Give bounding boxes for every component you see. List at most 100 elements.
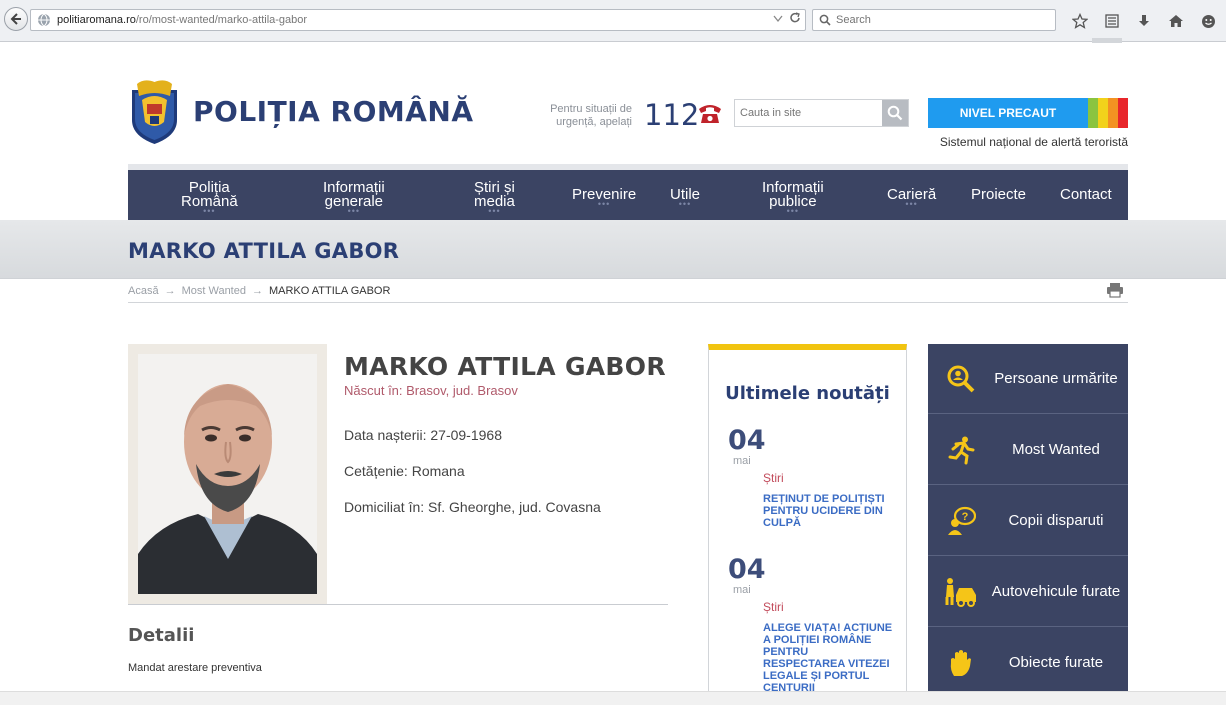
downloads-button[interactable]: [1128, 10, 1160, 32]
sidebar-item-label: Most Wanted: [1012, 440, 1100, 458]
birthplace: Născut în: Brasov, jud. Brasov: [344, 383, 518, 398]
person-photo: [138, 354, 317, 594]
browser-toolbar: politiaromana.ro/ro/most-wanted/marko-at…: [0, 0, 1226, 44]
submenu-dots: •••: [347, 206, 361, 216]
alert-stripe-orange: [1108, 98, 1118, 128]
residence: Domiciliat în: Sf. Gheorghe, jud. Covasn…: [344, 499, 601, 515]
globe-icon: [38, 13, 50, 27]
breadcrumb-arrow-icon: →: [251, 285, 263, 297]
site-search-button[interactable]: [882, 100, 908, 126]
submenu-dots: •••: [597, 199, 611, 209]
alert-stripe-red: [1118, 98, 1128, 128]
sidebar-item-label: Obiecte furate: [1008, 654, 1104, 671]
page-title: MARKO ATTILA GABOR: [128, 239, 400, 263]
news-month: mai: [733, 584, 751, 596]
birth-date: Data nașterii: 27-09-1968: [344, 427, 502, 443]
nav-item-contact[interactable]: Contact: [1060, 187, 1112, 202]
terror-alert-level[interactable]: NIVEL PRECAUT: [928, 98, 1128, 128]
back-button[interactable]: [4, 7, 28, 31]
sidebar-item-label: Persoane urmărite: [994, 369, 1118, 387]
alert-stripe-yellow: [1098, 98, 1108, 128]
news-month: mai: [733, 455, 751, 467]
submenu-dots: •••: [203, 206, 216, 216]
home-icon: [1169, 15, 1183, 27]
alert-level-label: NIVEL PRECAUT: [928, 98, 1088, 128]
dropdown-arrow-icon[interactable]: [773, 13, 783, 23]
sidebar-menu: Persoane urmărite Most Wanted ? Copii di…: [928, 344, 1128, 691]
emergency-text: Pentru situații de urgență, apelați: [550, 103, 632, 128]
telephone-icon: [699, 105, 721, 123]
site-search[interactable]: [734, 99, 909, 127]
submenu-dots: •••: [786, 206, 800, 216]
home-button[interactable]: [1160, 10, 1192, 32]
chat-button[interactable]: [1192, 10, 1224, 32]
submenu-dots: •••: [488, 206, 501, 216]
url-host: politiaromana.ro: [57, 14, 136, 26]
nav-item-stiri-media[interactable]: Știri și media •••: [474, 180, 515, 216]
reading-list-button[interactable]: [1096, 10, 1128, 32]
breadcrumb: Acasă → Most Wanted → MARKO ATTILA GABOR: [128, 285, 390, 297]
url-bar[interactable]: politiaromana.ro/ro/most-wanted/marko-at…: [30, 9, 806, 31]
nav-item-informatii-generale[interactable]: Informații generale •••: [323, 180, 385, 216]
details-heading: Detalii: [128, 625, 195, 646]
sidebar-item-most-wanted[interactable]: Most Wanted: [928, 415, 1128, 485]
url-path: /ro/most-wanted/marko-attila-gabor: [135, 14, 308, 26]
nav-item-utile[interactable]: Utile •••: [670, 187, 700, 209]
browser-search-input[interactable]: [836, 14, 1036, 26]
sidebar-item-copii-disparuti[interactable]: ? Copii disparuti: [928, 486, 1128, 556]
breadcrumb-arrow-icon: →: [164, 285, 176, 297]
news-day: 04: [728, 425, 766, 456]
search-icon: [887, 105, 903, 121]
emergency-number: 112: [644, 98, 700, 132]
horizontal-scrollbar[interactable]: [0, 691, 1226, 705]
news-headline[interactable]: REȚINUT DE POLIȚIȘTI PENTRU UCIDERE DIN …: [763, 493, 893, 529]
star-icon: [1072, 13, 1088, 29]
nav-item-proiecte[interactable]: Proiecte: [971, 187, 1026, 202]
bookmark-star-button[interactable]: [1064, 10, 1096, 32]
submenu-dots: •••: [905, 199, 918, 209]
nav-item-prevenire[interactable]: Prevenire •••: [572, 187, 636, 209]
breadcrumb-most-wanted[interactable]: Most Wanted: [182, 285, 246, 297]
browser-search-bar[interactable]: [812, 9, 1056, 31]
reload-icon[interactable]: [789, 12, 801, 24]
page-content: POLIȚIA ROMÂNĂ Pentru situații de urgenț…: [0, 43, 1226, 691]
site-search-input[interactable]: [735, 100, 882, 126]
person-photo-frame: [128, 344, 327, 604]
site-logo[interactable]: POLIȚIA ROMÂNĂ: [128, 76, 474, 146]
news-category[interactable]: Știri: [763, 471, 784, 485]
child-bubble-icon: ?: [944, 504, 978, 538]
smiley-icon: [1201, 14, 1215, 28]
news-category[interactable]: Știri: [763, 600, 784, 614]
person-name: MARKO ATTILA GABOR: [344, 352, 666, 381]
coat-of-arms-icon: [132, 80, 177, 144]
search-icon: [819, 14, 831, 26]
submenu-dots: •••: [678, 199, 692, 209]
portrait-image: [138, 354, 317, 594]
news-headline[interactable]: ALEGE VIAȚA! ACȚIUNE A POLIȚIEI ROMÂNE P…: [763, 622, 893, 691]
back-arrow-icon: [10, 13, 21, 25]
svg-text:?: ?: [962, 511, 969, 523]
nav-item-politia-romana[interactable]: Poliția Română •••: [181, 180, 238, 216]
main-nav: Poliția Română ••• Informații generale ••• Ș…: [128, 170, 1128, 220]
download-icon: [1139, 15, 1149, 26]
news-day: 04: [728, 554, 766, 585]
car-thief-icon: [944, 575, 978, 609]
breadcrumb-divider: [128, 302, 1128, 303]
breadcrumb-current: MARKO ATTILA GABOR: [268, 285, 391, 297]
alert-caption: Sistemul național de alertă teroristă: [939, 135, 1128, 149]
alert-stripe-green: [1088, 98, 1098, 128]
nav-item-informatii-publice[interactable]: Informații publice •••: [762, 180, 824, 216]
breadcrumb-home[interactable]: Acasă: [128, 285, 159, 297]
news-title: Ultimele noutăți: [725, 383, 890, 404]
nav-item-cariera[interactable]: Carieră •••: [887, 187, 936, 209]
list-icon: [1105, 14, 1119, 28]
sidebar-item-obiecte-furate[interactable]: Obiecte furate: [928, 628, 1128, 691]
details-text: Mandat arestare preventiva: [128, 662, 262, 674]
citizenship: Cetățenie: Romana: [344, 463, 465, 479]
logo-title: POLIȚIA ROMÂNĂ: [193, 94, 474, 128]
magnifier-person-icon: [944, 362, 978, 396]
sidebar-item-label: Copii disparuti: [1008, 511, 1104, 529]
sidebar-item-autovehicule-furate[interactable]: Autovehicule furate: [928, 557, 1128, 627]
print-icon[interactable]: [1106, 282, 1124, 298]
sidebar-item-persoane-urmarite[interactable]: Persoane urmărite: [928, 344, 1128, 414]
